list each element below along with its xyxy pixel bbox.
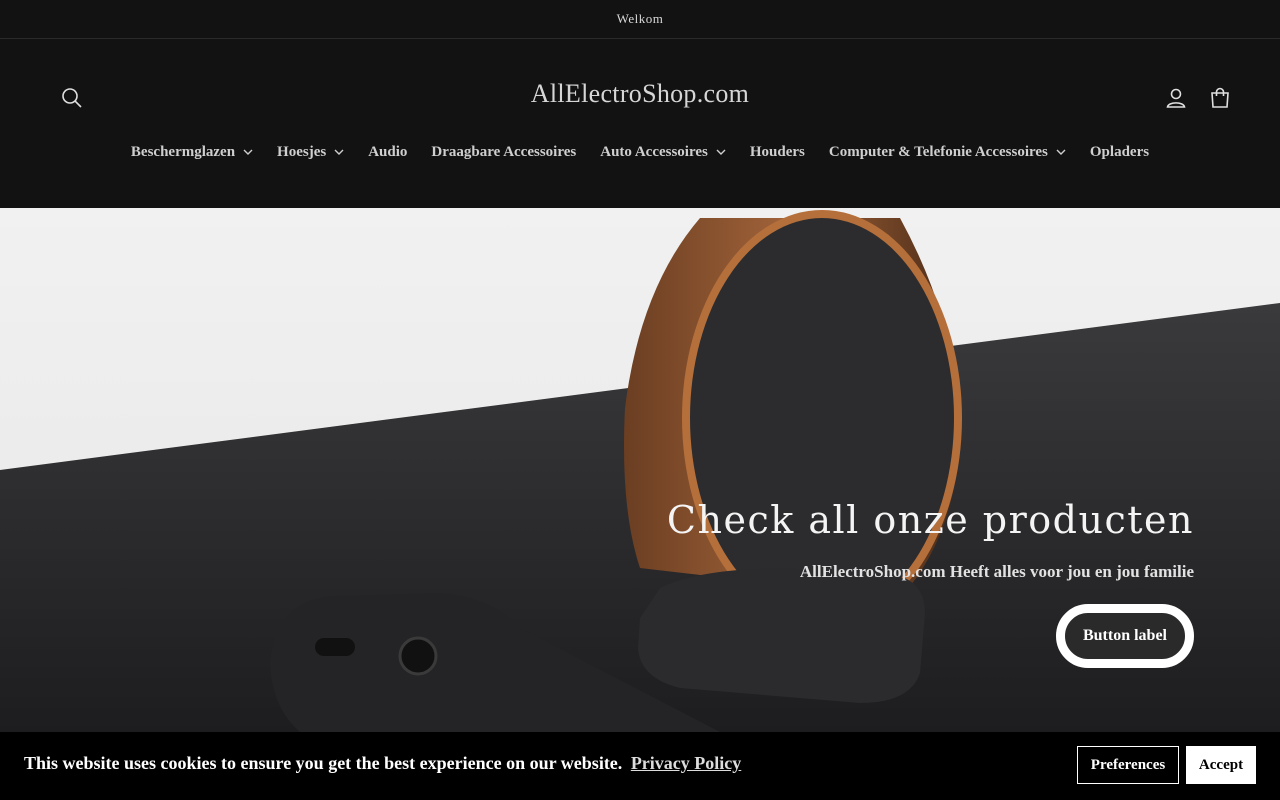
accept-button[interactable]: Accept (1186, 746, 1256, 784)
privacy-policy-link[interactable]: Privacy Policy (631, 753, 741, 773)
nav-item-label: Draagbare Accessoires (431, 143, 577, 160)
nav-item-houders[interactable]: Houders (738, 141, 817, 163)
nav-item-label: Audio (368, 143, 408, 160)
nav-item-label: Hoesjes (277, 143, 327, 160)
user-icon (1166, 88, 1186, 108)
chevron-down-icon (1056, 149, 1066, 155)
main-navigation: Beschermglazen Hoesjes Audio Draagbare A… (0, 141, 1280, 163)
bag-icon (1211, 87, 1229, 108)
announcement-bar: Welkom (0, 0, 1280, 39)
chevron-down-icon (334, 149, 344, 155)
nav-item-draagbare-accessoires[interactable]: Draagbare Accessoires (419, 141, 588, 163)
nav-item-opladers[interactable]: Opladers (1078, 141, 1161, 163)
hero-content: Check all onze producten AllElectroShop.… (667, 498, 1194, 668)
nav-item-auto-accessoires[interactable]: Auto Accessoires (588, 141, 738, 163)
preferences-button[interactable]: Preferences (1077, 746, 1179, 784)
cookie-banner: This website uses cookies to ensure you … (0, 732, 1280, 800)
cart-button[interactable] (1208, 86, 1232, 110)
nav-item-label: Opladers (1089, 143, 1150, 160)
nav-item-beschermglazen[interactable]: Beschermglazen (119, 141, 265, 163)
nav-item-hoesjes[interactable]: Hoesjes (265, 141, 356, 163)
announcement-text: Welkom (616, 11, 664, 26)
site-logo[interactable]: AllElectroShop.com (0, 79, 1280, 109)
nav-item-label: Houders (749, 143, 805, 160)
nav-item-computer-telefonie-accessoires[interactable]: Computer & Telefonie Accessoires (817, 141, 1078, 163)
cookie-message-text: This website uses cookies to ensure you … (24, 753, 623, 773)
site-header: AllElectroShop.com Beschermglazen Hoesje… (0, 39, 1280, 208)
hero-title: Check all onze producten (666, 498, 1194, 542)
hero-cta-button[interactable]: Button label (1055, 604, 1194, 668)
nav-item-audio[interactable]: Audio (356, 141, 419, 163)
nav-item-label: Computer & Telefonie Accessoires (828, 143, 1048, 160)
nav-item-label: Beschermglazen (130, 143, 236, 160)
chevron-down-icon (716, 149, 726, 155)
chevron-down-icon (243, 149, 253, 155)
nav-item-label: Auto Accessoires (600, 143, 708, 160)
hero-banner: Check all onze producten AllElectroShop.… (0, 208, 1280, 732)
cookie-message: This website uses cookies to ensure you … (24, 753, 741, 774)
hero-subtitle: AllElectroShop.com Heeft alles voor jou … (799, 562, 1194, 581)
account-button[interactable] (1164, 86, 1188, 110)
